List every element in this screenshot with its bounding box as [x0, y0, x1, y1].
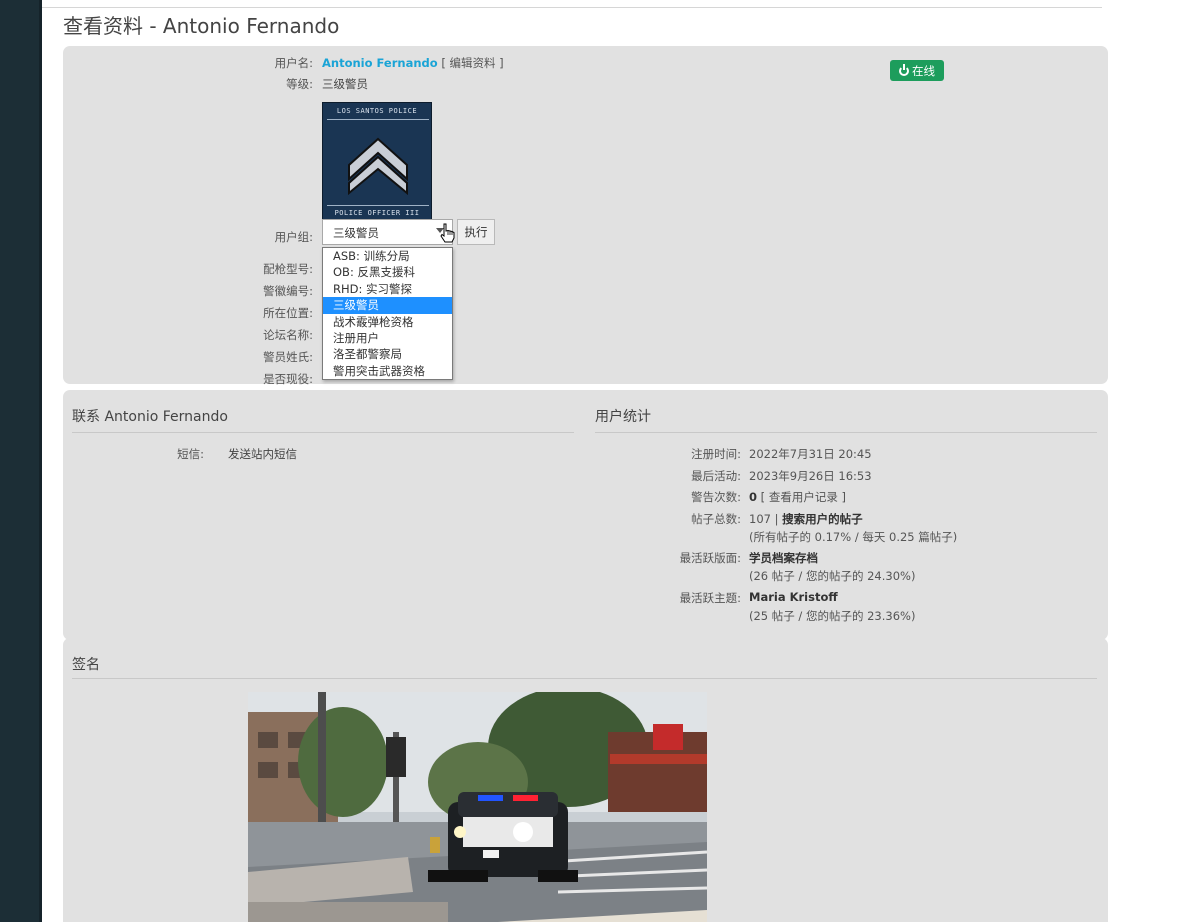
stat-active-topic-detail: (25 帖子 / 您的帖子的 23.36%)	[749, 609, 916, 623]
rank-image-rule	[327, 205, 429, 206]
rank-image-bottom-text: POLICE OFFICER III	[334, 209, 420, 217]
usergroup-dropdown-list: ASB: 训练分局 OB: 反黑支援科 RHD: 实习警探 三级警员 战术霰弹枪…	[322, 247, 453, 381]
online-status-badge: 在线	[890, 60, 944, 81]
usergroup-label: 用户组:	[274, 230, 313, 244]
stat-posts-detail: (所有帖子的 0.17% / 每天 0.25 篇帖子)	[749, 530, 958, 544]
edit-profile-link[interactable]: [ 编辑资料 ]	[441, 56, 503, 70]
stat-label-active-forum: 最活跃版面:	[679, 551, 741, 565]
stat-value-posts: 107 | 搜索用户的帖子	[749, 511, 863, 527]
rank-image-rule	[327, 119, 429, 120]
stat-value-last-active: 2023年9月26日 16:53	[749, 469, 872, 483]
stat-active-forum-detail: (26 帖子 / 您的帖子的 24.30%)	[749, 569, 916, 583]
field-label-badge: 警徽编号:	[263, 284, 313, 298]
right-margin	[1102, 0, 1184, 922]
dropdown-option[interactable]: 洛圣都警察局	[323, 346, 452, 362]
field-label-surname: 警员姓氏:	[263, 350, 313, 364]
dropdown-option-selected[interactable]: 三级警员	[323, 297, 452, 314]
dropdown-option[interactable]: ASB: 训练分局	[323, 248, 452, 264]
stat-value-active-forum: 学员档案存档	[749, 550, 818, 566]
stat-label-posts: 帖子总数:	[691, 512, 741, 526]
search-user-posts-link[interactable]: 搜索用户的帖子	[782, 512, 863, 526]
view-user-record-link[interactable]: [ 查看用户记录 ]	[757, 490, 846, 504]
rank-value: 三级警员	[322, 77, 368, 91]
field-label-gun: 配枪型号:	[263, 262, 313, 276]
rank-insignia-image: LOS SANTOS POLICE POLICE OFFICER III	[322, 102, 432, 222]
stat-label-active-topic: 最活跃主题:	[679, 591, 741, 605]
field-label-forum-name: 论坛名称:	[263, 328, 313, 342]
usergroup-select[interactable]: 三级警员	[322, 219, 453, 245]
field-label-location: 所在位置:	[263, 306, 313, 320]
hand-cursor-icon	[440, 223, 455, 243]
username-line: Antonio Fernando [ 编辑资料 ]	[322, 55, 504, 71]
stat-label-warnings: 警告次数:	[691, 490, 741, 504]
dropdown-option[interactable]: 注册用户	[323, 330, 452, 346]
username-label: 用户名:	[274, 56, 313, 70]
profile-panel: 用户名: Antonio Fernando [ 编辑资料 ] 在线 等级: 三级…	[63, 46, 1108, 386]
rank-label: 等级:	[286, 77, 313, 91]
rank-image-top-text: LOS SANTOS POLICE	[336, 107, 418, 115]
main-content: 查看资料 - Antonio Fernando 用户名: Antonio Fer…	[42, 8, 1108, 922]
usergroup-selected-value: 三级警员	[333, 226, 379, 240]
active-topic-link[interactable]: Maria Kristoff	[749, 590, 838, 604]
section-divider	[72, 432, 574, 433]
dropdown-option[interactable]: OB: 反黑支援科	[323, 264, 452, 280]
section-divider	[595, 432, 1097, 433]
active-forum-link[interactable]: 学员档案存档	[749, 551, 818, 565]
power-icon	[899, 63, 909, 76]
stat-value-active-topic: Maria Kristoff	[749, 590, 838, 604]
warning-count: 0	[749, 490, 758, 504]
contact-section-title: 联系 Antonio Fernando	[72, 409, 228, 425]
info-panel	[63, 390, 1108, 640]
send-pm-link[interactable]: 发送站内短信	[228, 446, 297, 462]
stat-label-last-active: 最后活动:	[691, 469, 741, 483]
field-label-active: 是否现役:	[263, 372, 313, 386]
online-label: 在线	[912, 63, 935, 78]
page-title: 查看资料 - Antonio Fernando	[63, 14, 340, 38]
chevron-insignia-icon	[348, 137, 408, 195]
post-count: 107 |	[749, 512, 783, 526]
section-divider	[72, 678, 1097, 679]
pm-label: 短信:	[177, 447, 204, 461]
stat-value-warnings: 0 [ 查看用户记录 ]	[749, 489, 846, 505]
dropdown-option[interactable]: 战术霰弹枪资格	[323, 314, 452, 330]
signature-police-car-image	[248, 692, 707, 922]
dropdown-option[interactable]: RHD: 实习警探	[323, 281, 452, 297]
execute-button[interactable]: 执行	[457, 219, 495, 245]
stat-label-registered: 注册时间:	[691, 447, 741, 461]
left-sidebar	[0, 0, 42, 922]
top-divider	[42, 0, 1102, 8]
dropdown-option[interactable]: 警用突击武器资格	[323, 363, 452, 379]
signature-section-title: 签名	[72, 657, 100, 673]
stats-section-title: 用户统计	[595, 409, 651, 425]
stat-value-registered: 2022年7月31日 20:45	[749, 447, 872, 461]
username-link[interactable]: Antonio Fernando	[322, 56, 438, 70]
